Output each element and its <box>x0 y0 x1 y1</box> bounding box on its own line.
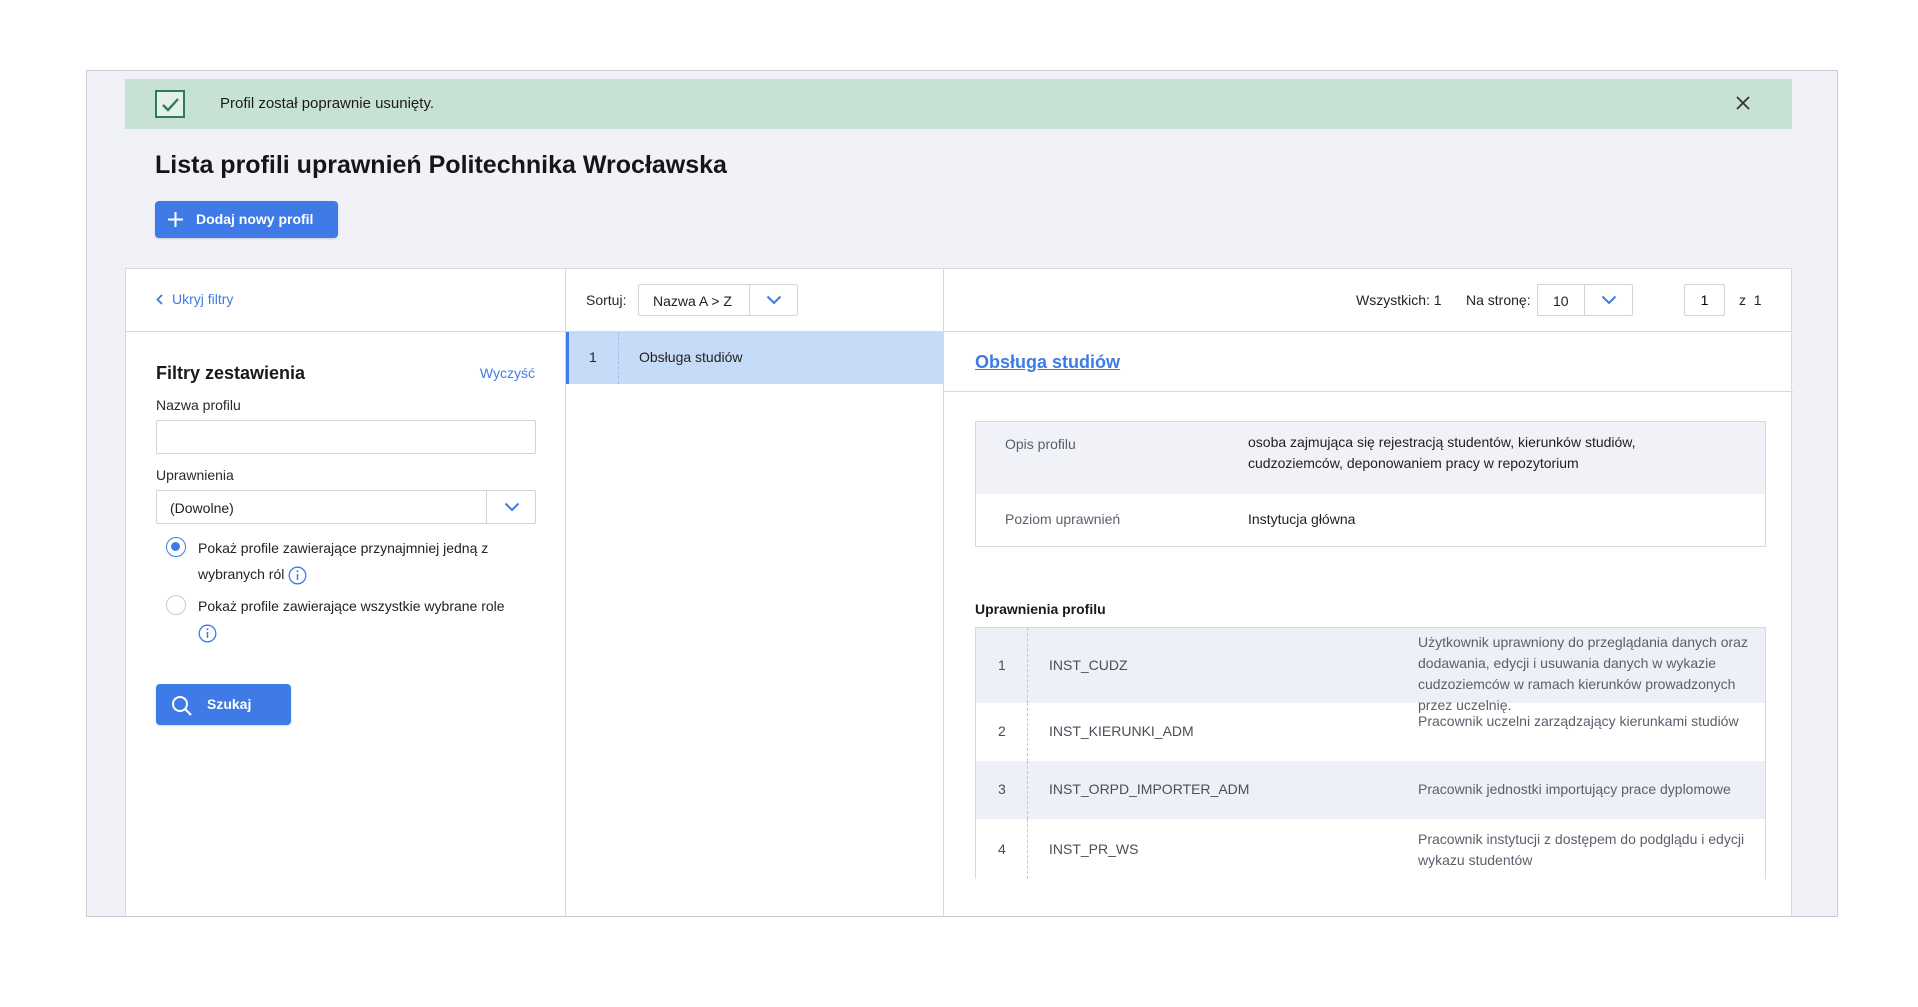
radio-any-label: Pokaż profile zawierające przynajmniej j… <box>198 540 489 582</box>
select-divider <box>486 491 487 523</box>
hide-filters-link[interactable]: Ukryj filtry <box>156 291 233 307</box>
hide-filters-label: Ukryj filtry <box>172 291 234 307</box>
divider <box>618 332 619 384</box>
permission-code: INST_CUDZ <box>1049 657 1128 673</box>
chevron-left-icon <box>156 293 163 305</box>
radio-all-label: Pokaż profile zawierające wszystkie wybr… <box>198 598 505 614</box>
radio-any[interactable] <box>166 537 186 557</box>
plus-icon <box>168 212 183 227</box>
sort-label: Sortuj: <box>586 292 627 308</box>
permission-description: Pracownik jednostki importujący prace dy… <box>1418 781 1731 797</box>
table-row: 2 INST_KIERUNKI_ADM Pracownik uczelni za… <box>976 703 1765 761</box>
divider <box>1027 819 1028 879</box>
divider <box>944 391 1793 392</box>
sort-select-value: Nazwa A > Z <box>653 293 732 309</box>
main-panel: Ukryj filtry Filtry zestawienia Wyczyść … <box>125 268 1793 916</box>
add-profile-label: Dodaj nowy profil <box>196 211 314 227</box>
profile-detail: Wszystkich: 1 Na stronę: 10 z 1 Obsługa … <box>944 269 1793 916</box>
page-title: Lista profili uprawnień Politechnika Wro… <box>155 151 727 179</box>
per-page-select[interactable]: 10 <box>1537 284 1633 316</box>
info-value: osoba zajmująca się rejestracją studentó… <box>1248 434 1636 471</box>
chevron-down-icon <box>1601 295 1617 305</box>
permission-code: INST_KIERUNKI_ADM <box>1049 723 1194 739</box>
permission-number: 4 <box>998 841 1006 857</box>
app-frame: Profil został poprawnie usunięty. Lista … <box>86 70 1838 917</box>
info-value: Instytucja główna <box>1248 511 1356 527</box>
permission-code: INST_PR_WS <box>1049 841 1139 857</box>
clear-filters-link[interactable]: Wyczyść <box>480 365 535 381</box>
list-item-number: 1 <box>589 349 597 365</box>
success-alert: Profil został poprawnie usunięty. <box>125 79 1792 129</box>
info-icon[interactable] <box>288 566 307 585</box>
list-item[interactable]: 1 Obsługa studiów <box>566 332 943 384</box>
close-icon[interactable] <box>1734 94 1752 112</box>
permissions-table: 1 INST_CUDZ Użytkownik uprawniony do prz… <box>975 627 1766 879</box>
search-button-label: Szukaj <box>207 696 252 712</box>
divider <box>1027 703 1028 761</box>
add-profile-button[interactable]: Dodaj nowy profil <box>155 201 338 238</box>
info-icon[interactable] <box>198 624 217 643</box>
per-page-value: 10 <box>1553 293 1569 309</box>
filters-title: Filtry zestawienia <box>156 363 306 383</box>
divider <box>126 331 565 332</box>
check-icon <box>155 90 185 118</box>
divider <box>944 331 1793 332</box>
permission-description: Pracownik uczelni zarządzający kierunkam… <box>1418 713 1739 729</box>
info-row: Poziom uprawnień Instytucja główna <box>976 494 1765 546</box>
info-row: Opis profilu osoba zajmująca się rejestr… <box>976 422 1765 494</box>
alert-message: Profil został poprawnie usunięty. <box>220 95 434 112</box>
search-button[interactable]: Szukaj <box>156 684 291 725</box>
radio-any-option: Pokaż profile zawierające przynajmniej j… <box>166 535 526 589</box>
profile-title-link[interactable]: Obsługa studiów <box>975 352 1120 373</box>
profile-info-table: Opis profilu osoba zajmująca się rejestr… <box>975 421 1766 547</box>
sort-select[interactable]: Nazwa A > Z <box>638 284 798 316</box>
radio-all[interactable] <box>166 595 186 615</box>
table-row: 1 INST_CUDZ Użytkownik uprawniony do prz… <box>976 628 1765 713</box>
select-divider <box>1584 285 1585 315</box>
page-count: z 1 <box>1739 292 1762 308</box>
chevron-down-icon <box>504 502 520 512</box>
search-icon <box>172 696 192 716</box>
permission-description: Pracownik instytucji z dostępem do podgl… <box>1418 831 1745 868</box>
permissions-label: Uprawnienia <box>156 467 234 483</box>
select-divider <box>749 285 750 315</box>
permissions-select[interactable]: (Dowolne) <box>156 490 536 524</box>
permission-number: 1 <box>998 657 1006 673</box>
table-row: 3 INST_ORPD_IMPORTER_ADM Pracownik jedno… <box>976 761 1765 819</box>
radio-all-option: Pokaż profile zawierające wszystkie wybr… <box>166 593 526 647</box>
chevron-down-icon <box>766 295 782 305</box>
permission-number: 2 <box>998 723 1006 739</box>
divider <box>1027 628 1028 703</box>
permission-code: INST_ORPD_IMPORTER_ADM <box>1049 781 1250 797</box>
info-key: Poziom uprawnień <box>1005 511 1121 527</box>
divider <box>1027 761 1028 819</box>
page-number-input[interactable] <box>1684 284 1725 316</box>
permissions-heading: Uprawnienia profilu <box>975 601 1106 617</box>
table-row: 4 INST_PR_WS Pracownik instytucji z dost… <box>976 819 1765 879</box>
profile-name-label: Nazwa profilu <box>156 397 241 413</box>
permissions-select-value: (Dowolne) <box>170 500 234 516</box>
filters-panel: Ukryj filtry Filtry zestawienia Wyczyść … <box>126 269 566 916</box>
permission-number: 3 <box>998 781 1006 797</box>
per-page-label: Na stronę: <box>1466 292 1531 308</box>
info-key: Opis profilu <box>1005 436 1076 452</box>
profile-list: Sortuj: Nazwa A > Z 1 Obsługa studiów <box>566 269 944 916</box>
profile-name-input[interactable] <box>156 420 536 454</box>
list-item-name: Obsługa studiów <box>639 349 743 365</box>
total-count: Wszystkich: 1 <box>1356 292 1442 308</box>
